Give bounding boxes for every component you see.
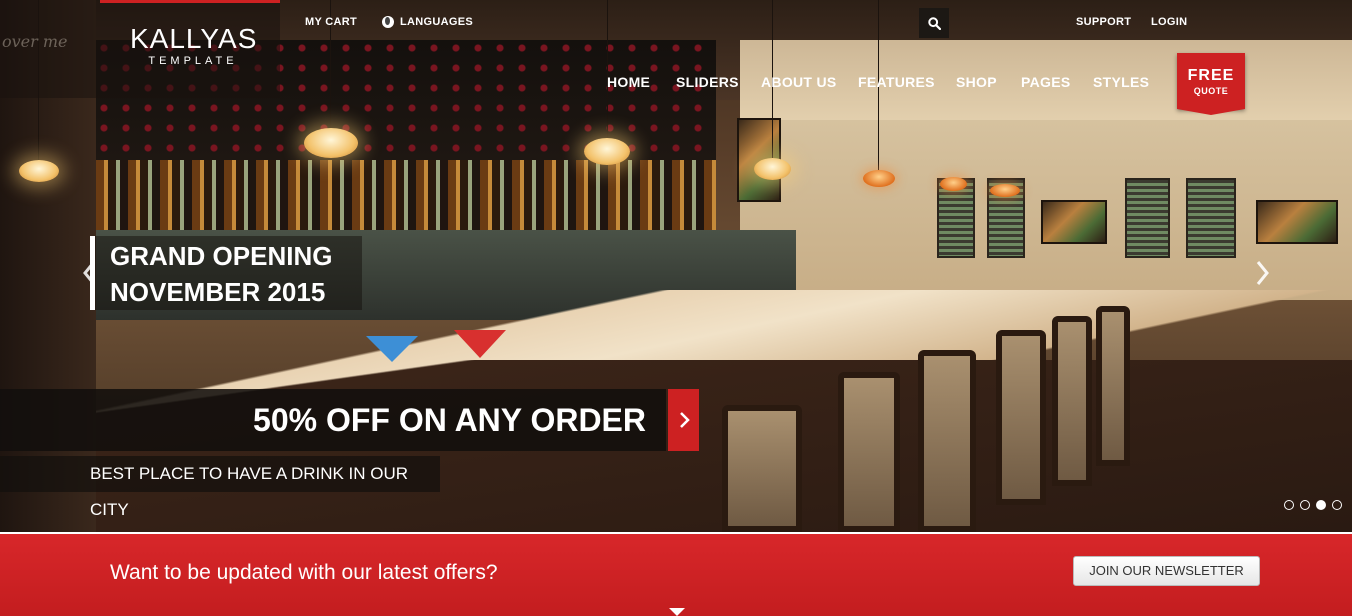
slider-next-button[interactable] xyxy=(1252,258,1274,288)
scene-lamp xyxy=(304,128,358,158)
nav-features[interactable]: FEATURES xyxy=(858,74,935,90)
slider-bullet[interactable] xyxy=(1300,500,1310,510)
support-label: SUPPORT xyxy=(1076,16,1132,28)
scene-stool xyxy=(722,405,802,532)
caret-down-icon xyxy=(669,608,685,616)
scene-lamp xyxy=(584,138,630,165)
nav-sliders[interactable]: SLIDERS xyxy=(676,74,739,90)
site-logo[interactable]: KALLYAS TEMPLATE xyxy=(130,24,256,68)
chevron-right-icon xyxy=(1256,261,1269,285)
slider-bullet[interactable] xyxy=(1284,500,1294,510)
slider-pagination xyxy=(1284,500,1342,510)
arrow-right-icon xyxy=(679,412,690,428)
scene-stool xyxy=(918,350,976,532)
nav-shop[interactable]: SHOP xyxy=(956,74,997,90)
scene-lamp xyxy=(940,177,967,191)
free-quote-line1: FREE xyxy=(1187,67,1235,84)
page: over me KALLYAS TEMPLATE MY CART LANGUAG… xyxy=(0,0,1352,616)
scene-painting xyxy=(1256,200,1338,244)
scene-painting xyxy=(1041,200,1107,244)
scene-stool xyxy=(838,372,900,532)
free-quote-button[interactable]: FREE QUOTE xyxy=(1177,53,1245,115)
nav-pages[interactable]: PAGES xyxy=(1021,74,1070,90)
my-cart-label: MY CART xyxy=(305,16,358,28)
support-link[interactable]: SUPPORT xyxy=(1076,16,1131,28)
scene-lamp xyxy=(990,184,1020,197)
scene-cocktail xyxy=(366,336,418,362)
my-cart-link[interactable]: MY CART xyxy=(305,16,357,28)
scene-bottle-shelf xyxy=(96,160,716,230)
login-link[interactable]: LOGIN xyxy=(1151,16,1187,28)
offer-arrow-button[interactable] xyxy=(668,389,699,451)
scene-stool xyxy=(1096,306,1130,466)
slider-bullet-active[interactable] xyxy=(1316,500,1326,510)
search-button[interactable] xyxy=(919,8,949,38)
slide-title: GRAND OPENING NOVEMBER 2015 xyxy=(90,236,362,310)
nav-styles[interactable]: STYLES xyxy=(1093,74,1149,90)
scene-window xyxy=(1186,178,1236,258)
scene-lamp xyxy=(19,160,59,182)
logo-title: KALLYAS xyxy=(130,23,258,54)
search-icon xyxy=(927,16,941,30)
newsletter-text: Want to be updated with our latest offer… xyxy=(110,561,498,584)
nav-about-us[interactable]: ABOUT US xyxy=(761,74,837,90)
slide-offer-banner: 50% OFF ON ANY ORDER xyxy=(0,389,666,451)
login-label: LOGIN xyxy=(1151,16,1188,28)
decorative-scribble: over me xyxy=(2,32,68,51)
slide-subtitle: BEST PLACE TO HAVE A DRINK IN OUR CITY xyxy=(0,456,440,519)
free-quote-line2: QUOTE xyxy=(1193,86,1229,96)
globe-icon xyxy=(382,16,394,28)
scene-lamp-cord xyxy=(607,0,608,138)
scene-window xyxy=(1125,178,1170,258)
languages-label: LANGUAGES xyxy=(400,16,473,28)
newsletter-bar: Want to be updated with our latest offer… xyxy=(0,532,1352,616)
logo-subtitle: TEMPLATE xyxy=(148,55,238,67)
scene-lamp xyxy=(863,170,895,187)
join-newsletter-button[interactable]: JOIN OUR NEWSLETTER xyxy=(1073,556,1260,586)
scene-cocktail xyxy=(454,330,506,358)
scene-stool xyxy=(1052,316,1092,486)
slide-title-line1: GRAND OPENING xyxy=(110,241,333,271)
scene-stool xyxy=(996,330,1046,505)
slider-bullet[interactable] xyxy=(1332,500,1342,510)
logo-accent-line xyxy=(100,0,280,3)
slide-title-line2: NOVEMBER 2015 xyxy=(110,277,326,307)
scene-lamp xyxy=(754,158,791,180)
languages-link[interactable]: LANGUAGES xyxy=(382,16,473,28)
nav-home[interactable]: HOME xyxy=(607,74,650,90)
